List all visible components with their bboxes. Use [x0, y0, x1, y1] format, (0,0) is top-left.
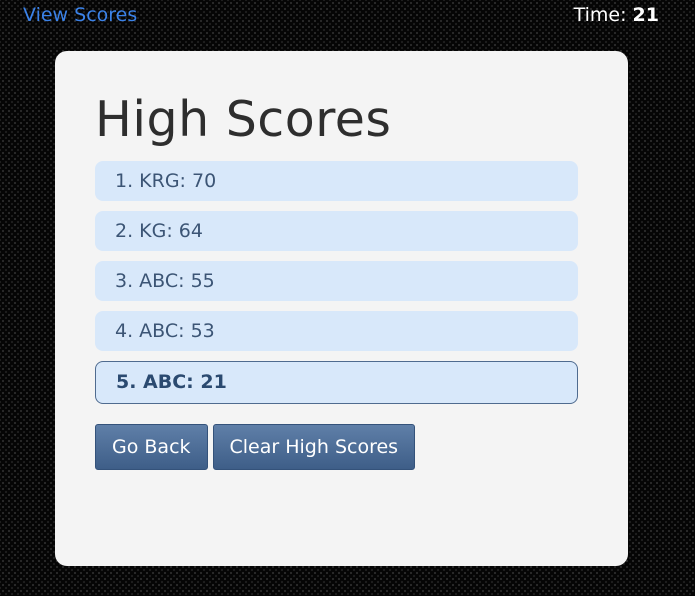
score-item: 4. ABC: 53 — [95, 311, 578, 351]
current-score-item: 5. ABC: 21 — [95, 361, 578, 404]
timer: Time: 21 — [574, 4, 659, 26]
page-title: High Scores — [95, 91, 392, 148]
button-row: Go Back Clear High Scores — [95, 424, 416, 470]
clear-high-scores-button[interactable]: Clear High Scores — [212, 424, 416, 470]
score-item: 2. KG: 64 — [95, 211, 578, 251]
score-item: 1. KRG: 70 — [95, 161, 578, 201]
go-back-button[interactable]: Go Back — [95, 424, 208, 470]
time-label: Time: — [573, 4, 627, 26]
time-value: 21 — [632, 4, 659, 26]
score-item: 3. ABC: 55 — [95, 261, 578, 301]
high-scores-card: High Scores 1. KRG: 70 2. KG: 64 3. ABC:… — [55, 51, 628, 566]
high-scores-list: 1. KRG: 70 2. KG: 64 3. ABC: 55 4. ABC: … — [95, 161, 578, 414]
view-scores-link[interactable]: View Scores — [23, 4, 137, 26]
